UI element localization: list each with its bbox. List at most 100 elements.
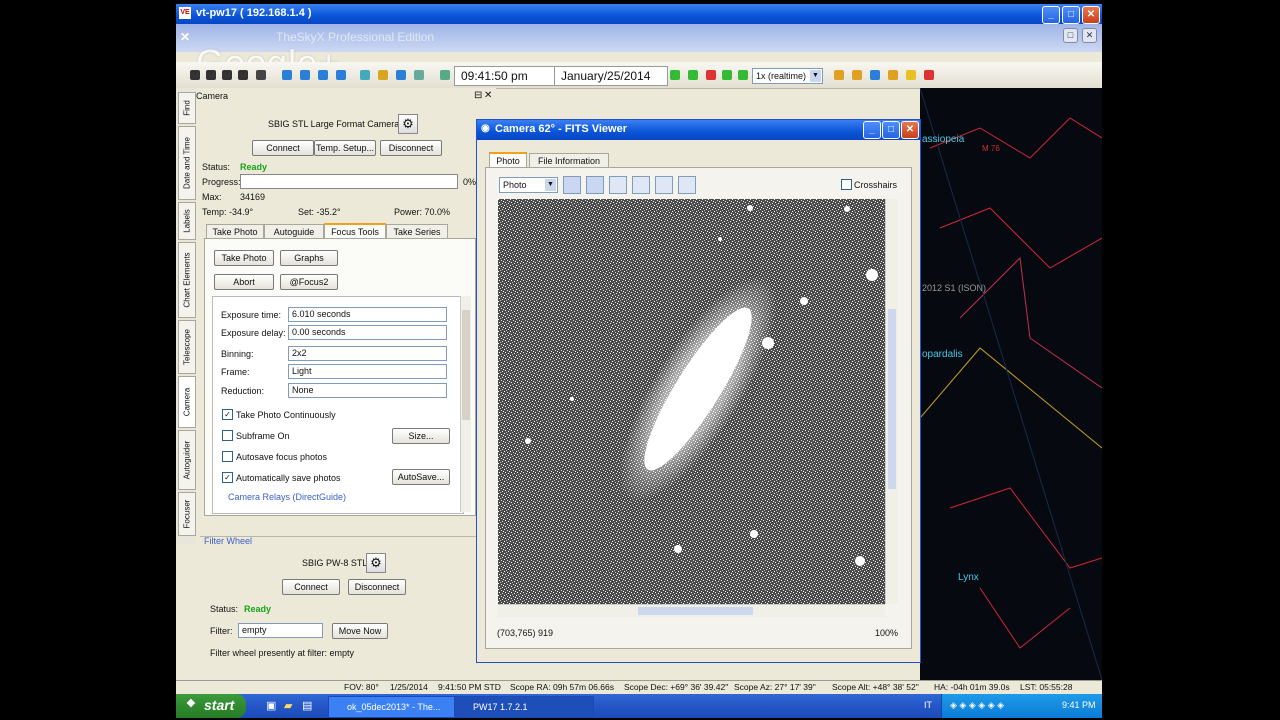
side-tab-focuser[interactable]: Focuser xyxy=(178,492,196,536)
binning-select[interactable]: 2x2 xyxy=(288,346,447,361)
tool-icon[interactable] xyxy=(870,70,880,80)
inner-close-icon[interactable]: ✕ xyxy=(180,30,190,44)
tool-icon[interactable] xyxy=(206,70,216,80)
image-hscrollbar[interactable] xyxy=(498,604,885,617)
folder-icon[interactable]: ▰ xyxy=(284,699,292,712)
fits-minimize-button[interactable]: _ xyxy=(863,121,881,139)
language-indicator[interactable]: IT xyxy=(924,700,932,710)
temp-setup-button[interactable]: Temp. Setup... xyxy=(314,140,376,156)
fits-close-button[interactable]: ✕ xyxy=(901,121,919,139)
fits-titlebar[interactable]: ◉ Camera 62° - FITS Viewer _ □ ✕ xyxy=(477,120,920,140)
tool-icon[interactable] xyxy=(924,70,934,80)
filter-connect-button[interactable]: Connect xyxy=(282,579,340,595)
time-field[interactable]: 09:41:50 pm xyxy=(454,66,564,86)
show-desktop-icon[interactable]: ▣ xyxy=(266,699,276,712)
tool-icon[interactable] xyxy=(360,70,370,80)
tool-icon[interactable] xyxy=(414,70,424,80)
tray-icons[interactable]: ◈ ◈ ◈ ◈ ◈ ◈ xyxy=(950,700,1004,711)
tool-icon[interactable] xyxy=(396,70,406,80)
rate-select[interactable]: 1x (realtime) ▼ xyxy=(752,68,823,84)
vscroll-thumb[interactable] xyxy=(888,309,896,489)
image-vscrollbar[interactable] xyxy=(885,199,898,604)
fits-tab-photo[interactable]: Photo xyxy=(489,152,527,168)
fits-maximize-button[interactable]: □ xyxy=(882,121,900,139)
arrow-icon[interactable] xyxy=(300,70,310,80)
pin-icon[interactable]: ⊟ xyxy=(474,90,482,101)
abort-button[interactable]: Abort xyxy=(214,274,274,290)
tab-autoguide[interactable]: Autoguide xyxy=(264,224,324,239)
arrow-icon[interactable] xyxy=(336,70,346,80)
focus2-button[interactable]: @Focus2 xyxy=(280,274,338,290)
stop-icon[interactable] xyxy=(706,70,716,80)
gear-icon[interactable]: ⚙ xyxy=(398,114,418,134)
camera-relays-link[interactable]: Camera Relays (DirectGuide) xyxy=(228,492,346,502)
crosshairs-checkbox[interactable] xyxy=(841,179,852,190)
start-button[interactable]: ❖ start xyxy=(176,694,246,718)
frame-select[interactable]: Light xyxy=(288,364,447,379)
hscroll-thumb[interactable] xyxy=(638,607,753,615)
exposure-delay-field[interactable]: 0.00 seconds xyxy=(288,325,447,340)
autosave-button[interactable]: AutoSave... xyxy=(392,469,450,485)
camera-connect-button[interactable]: Connect xyxy=(252,140,314,156)
histogram-icon[interactable] xyxy=(563,176,581,194)
view-select[interactable]: Photo ▼ xyxy=(499,177,558,193)
close-button[interactable]: ✕ xyxy=(1082,6,1100,24)
date-field[interactable]: January/25/2014 xyxy=(554,66,668,86)
sky-chart[interactable]: assiopeia 2012 S1 (ISON) opardalis Lynx … xyxy=(920,88,1102,680)
size-button[interactable]: Size... xyxy=(392,428,450,444)
tool-icon[interactable] xyxy=(222,70,232,80)
graphs-button[interactable]: Graphs xyxy=(280,250,338,266)
scrollbar-thumb[interactable] xyxy=(462,310,470,420)
tool-icon[interactable] xyxy=(906,70,916,80)
app-quicklaunch-icon[interactable]: ▤ xyxy=(302,699,312,712)
filter-gear-icon[interactable]: ⚙ xyxy=(366,553,386,573)
autosave-focus-checkbox[interactable] xyxy=(222,451,233,462)
tool-icon[interactable] xyxy=(256,70,266,80)
minimize-button[interactable]: _ xyxy=(1042,6,1060,24)
side-tab-autoguider[interactable]: Autoguider xyxy=(178,430,196,490)
window-titlebar[interactable]: VE vt-pw17 ( 192.168.1.4 ) _ □ ✕ xyxy=(176,4,1102,24)
side-tab-labels[interactable]: Labels xyxy=(178,202,196,240)
arrow-icon[interactable] xyxy=(318,70,328,80)
inner-close-button[interactable]: ✕ xyxy=(1082,28,1097,43)
taskbar-item-pw17[interactable]: PW17 1.7.2.1 xyxy=(454,696,594,718)
settings-icon[interactable] xyxy=(678,176,696,194)
tab-focus-tools[interactable]: Focus Tools xyxy=(324,223,386,239)
step-icon[interactable] xyxy=(688,70,698,80)
tool-icon[interactable] xyxy=(190,70,200,80)
maximize-button[interactable]: □ xyxy=(1062,6,1080,24)
filter-select[interactable]: empty xyxy=(238,623,323,638)
panel-close-icon[interactable]: ✕ xyxy=(484,90,492,101)
side-tab-date-and-time[interactable]: Date and Time xyxy=(178,126,196,200)
side-tab-telescope[interactable]: Telescope xyxy=(178,320,196,374)
fits-tab-file-information[interactable]: File Information xyxy=(529,153,609,168)
inner-restore-button[interactable]: □ xyxy=(1063,28,1078,43)
exposure-time-field[interactable]: 6.010 seconds xyxy=(288,307,447,322)
tab-take-photo[interactable]: Take Photo xyxy=(206,224,264,239)
clock-icon[interactable] xyxy=(440,70,450,80)
taskbar-item-theskyx[interactable]: ok_05dec2013* - The... xyxy=(328,696,466,718)
fits-image[interactable] xyxy=(498,199,885,604)
side-tab-camera[interactable]: Camera xyxy=(178,376,196,428)
tool-icon[interactable] xyxy=(238,70,248,80)
tool-icon[interactable] xyxy=(834,70,844,80)
tool-icon[interactable] xyxy=(852,70,862,80)
filter-disconnect-button[interactable]: Disconnect xyxy=(348,579,406,595)
subframe-checkbox[interactable] xyxy=(222,430,233,441)
side-tab-chart-elements[interactable]: Chart Elements xyxy=(178,242,196,318)
zoom-in-icon[interactable] xyxy=(609,176,627,194)
take-continuously-checkbox[interactable]: ✓ xyxy=(222,409,233,420)
move-now-button[interactable]: Move Now xyxy=(332,623,388,639)
play-icon[interactable] xyxy=(670,70,680,80)
side-tab-find[interactable]: Find xyxy=(178,92,196,124)
arrow-icon[interactable] xyxy=(282,70,292,80)
auto-save-checkbox[interactable]: ✓ xyxy=(222,472,233,483)
zoom-out-icon[interactable] xyxy=(632,176,650,194)
pointer-icon[interactable] xyxy=(586,176,604,194)
forward-icon[interactable] xyxy=(738,70,748,80)
reduction-select[interactable]: None xyxy=(288,383,447,398)
tool-icon[interactable] xyxy=(378,70,388,80)
settings-scrollbar[interactable] xyxy=(460,296,471,512)
zoom-fit-icon[interactable] xyxy=(655,176,673,194)
step-icon[interactable] xyxy=(722,70,732,80)
